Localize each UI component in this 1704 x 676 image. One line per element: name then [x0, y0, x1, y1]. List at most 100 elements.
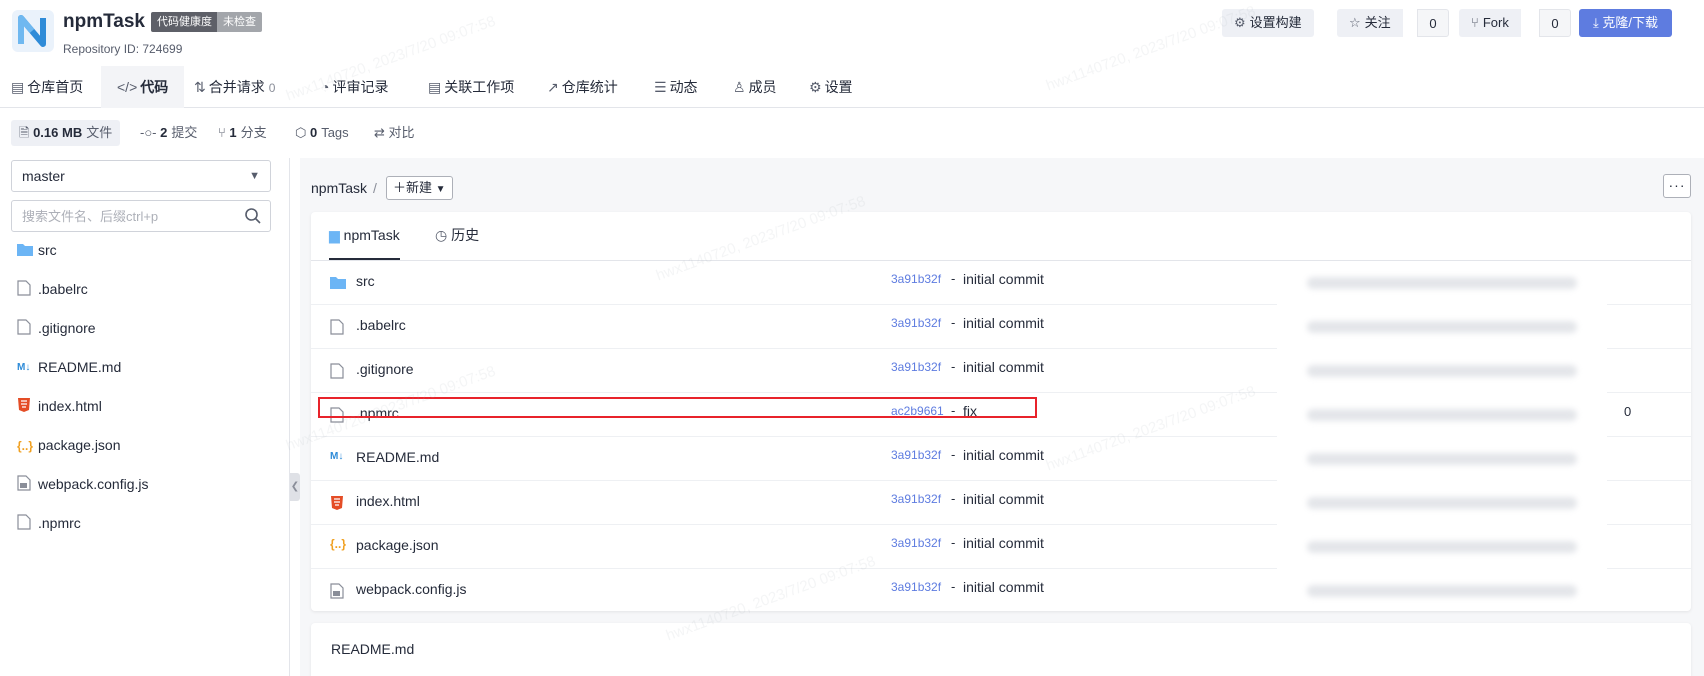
stat-compare[interactable]: ⇄ 对比	[374, 120, 415, 146]
separator-dash: -	[951, 579, 956, 594]
breadcrumb: npmTask /	[311, 180, 377, 196]
branch-select[interactable]: master ▼	[11, 160, 271, 192]
commit-message[interactable]: initial commit	[963, 535, 1044, 551]
commit-sha[interactable]: 3a91b32f	[891, 492, 941, 506]
commit-message[interactable]: initial commit	[963, 579, 1044, 595]
file-name[interactable]: README.md	[356, 449, 439, 465]
stat-branches[interactable]: ⑂ 1 分支	[218, 120, 267, 146]
file-name[interactable]: package.json	[356, 537, 439, 553]
tab-activity[interactable]: ☰ 动态	[654, 66, 698, 108]
file-name[interactable]: .babelrc	[356, 317, 406, 333]
redacted-bar	[1307, 453, 1577, 465]
file-name[interactable]: .npmrc	[356, 405, 399, 421]
clone-download-button[interactable]: ⤓ 克隆/下载	[1579, 9, 1672, 37]
fork-button[interactable]: ⑂ Fork	[1459, 9, 1521, 37]
repo-name[interactable]: npmTask	[63, 11, 145, 33]
tree-item-readme[interactable]: M↓ README.md	[17, 357, 121, 377]
file-name[interactable]: webpack.config.js	[356, 581, 467, 597]
tree-item-gitignore[interactable]: .gitignore	[17, 318, 96, 338]
commit-sha[interactable]: 3a91b32f	[891, 536, 941, 550]
settings-build-button[interactable]: ⚙ 设置构建	[1222, 9, 1314, 37]
sidebar-collapse-handle[interactable]: ❮	[290, 473, 300, 501]
separator-dash: -	[951, 491, 956, 506]
markdown-icon: M↓	[330, 451, 344, 462]
commit-sha[interactable]: ac2b9661	[891, 404, 944, 418]
commit-message[interactable]: fix	[963, 403, 977, 419]
code-health-badge[interactable]: 代码健康度	[151, 12, 218, 32]
commit-sha[interactable]: 3a91b32f	[891, 360, 941, 374]
tree-item-npmrc[interactable]: .npmrc	[17, 513, 81, 533]
more-options-button[interactable]: ···	[1663, 174, 1691, 198]
breadcrumb-root[interactable]: npmTask	[311, 180, 367, 196]
redacted-bar	[1307, 365, 1577, 377]
redacted-bar	[1307, 409, 1577, 421]
commit-message[interactable]: initial commit	[963, 315, 1044, 331]
unchecked-badge[interactable]: 未检查	[217, 12, 262, 32]
commit-sha[interactable]: 3a91b32f	[891, 272, 941, 286]
separator-dash: -	[951, 271, 956, 286]
separator-dash: -	[951, 447, 956, 462]
file-search-input[interactable]	[12, 201, 232, 231]
file-list-card: ▆ npmTask ◷ 历史 src 3a91b32f - initial co…	[311, 212, 1691, 611]
commit-icon: -○-	[140, 125, 161, 140]
commit-message[interactable]: initial commit	[963, 359, 1044, 375]
tree-item-src[interactable]: src	[17, 240, 57, 260]
stat-tags[interactable]: ⬡ 0 Tags	[295, 120, 349, 146]
redacted-bar	[1307, 541, 1577, 553]
user-icon: ♙	[733, 79, 746, 95]
commit-sha[interactable]: 3a91b32f	[891, 580, 941, 594]
json-icon: {..}	[330, 537, 347, 551]
file-name[interactable]: index.html	[356, 493, 420, 509]
compare-icon: ⇄	[374, 125, 389, 140]
gear-icon: ⚙	[809, 79, 822, 95]
repo-nav-tabs: ▤ 仓库首页 </> 代码 ⇅ 合并请求 0 ◔ 评审记录 ▤ 关联工作项 ↗ 仓库统计 ☰ 动…	[0, 66, 1704, 108]
fork-count[interactable]: 0	[1539, 9, 1571, 37]
plus-icon: ＋	[393, 180, 407, 195]
watch-button[interactable]: ☆ 关注	[1337, 9, 1403, 37]
tab-repo-stats[interactable]: ↗ 仓库统计	[547, 66, 618, 108]
tab-members[interactable]: ♙ 成员	[733, 66, 777, 108]
tab-review-records[interactable]: ◔ 评审记录	[321, 66, 388, 108]
commit-message[interactable]: initial commit	[963, 271, 1044, 287]
stat-files[interactable]: 🗎 0.16 MB 文件	[11, 120, 121, 146]
tab-linked-work-items[interactable]: ▤ 关联工作项	[428, 66, 514, 108]
commit-message[interactable]: initial commit	[963, 447, 1044, 463]
tree-item-babelrc[interactable]: .babelrc	[17, 279, 88, 299]
tree-item-package-json[interactable]: {..} package.json	[17, 435, 121, 455]
new-file-button[interactable]: ＋新建 ▼	[386, 176, 453, 200]
redacted-bar	[1307, 585, 1577, 597]
tab-files[interactable]: ▆ npmTask	[329, 212, 400, 260]
list-icon: ☰	[654, 79, 667, 95]
markdown-icon: M↓	[17, 362, 31, 374]
watch-count[interactable]: 0	[1417, 9, 1449, 37]
separator-dash: -	[951, 359, 956, 374]
redacted-bar	[1307, 497, 1577, 509]
commit-sha[interactable]: 3a91b32f	[891, 448, 941, 462]
stat-commits[interactable]: -○- 2 提交	[140, 120, 197, 146]
commit-sha[interactable]: 3a91b32f	[891, 316, 941, 330]
file-icon	[330, 407, 346, 423]
html5-icon	[330, 495, 346, 511]
tab-code[interactable]: </> 代码	[101, 66, 185, 108]
gear-icon: ⚙	[1234, 15, 1246, 30]
tab-history[interactable]: ◷ 历史	[435, 212, 479, 260]
repository-id: Repository ID: 724699	[63, 42, 183, 56]
history-icon: ◷	[435, 227, 448, 243]
file-search-box	[11, 200, 271, 232]
file-name[interactable]: src	[356, 273, 375, 289]
tab-settings[interactable]: ⚙ 设置	[809, 66, 853, 108]
repo-header: npmTask 代码健康度 未检查 Repository ID: 724699 …	[0, 0, 1704, 66]
folder-icon	[330, 275, 346, 291]
search-icon[interactable]	[244, 207, 262, 225]
tree-item-index-html[interactable]: index.html	[17, 396, 102, 416]
file-icon	[17, 514, 33, 535]
tree-item-webpack-config[interactable]: webpack.config.js	[17, 474, 149, 494]
repo-stats-bar: 🗎 0.16 MB 文件 -○- 2 提交 ⑂ 1 分支 ⬡ 0 Tags ⇄ 对比	[0, 108, 1704, 158]
file-name[interactable]: .gitignore	[356, 361, 414, 377]
blurred-suffix: 0	[1624, 404, 1632, 419]
tab-merge-requests[interactable]: ⇅ 合并请求 0	[194, 66, 275, 108]
commit-message[interactable]: initial commit	[963, 491, 1044, 507]
repo-logo-icon	[12, 10, 54, 52]
branch-icon: ⑂	[218, 125, 230, 140]
tab-repo-home[interactable]: ▤ 仓库首页	[11, 66, 83, 108]
